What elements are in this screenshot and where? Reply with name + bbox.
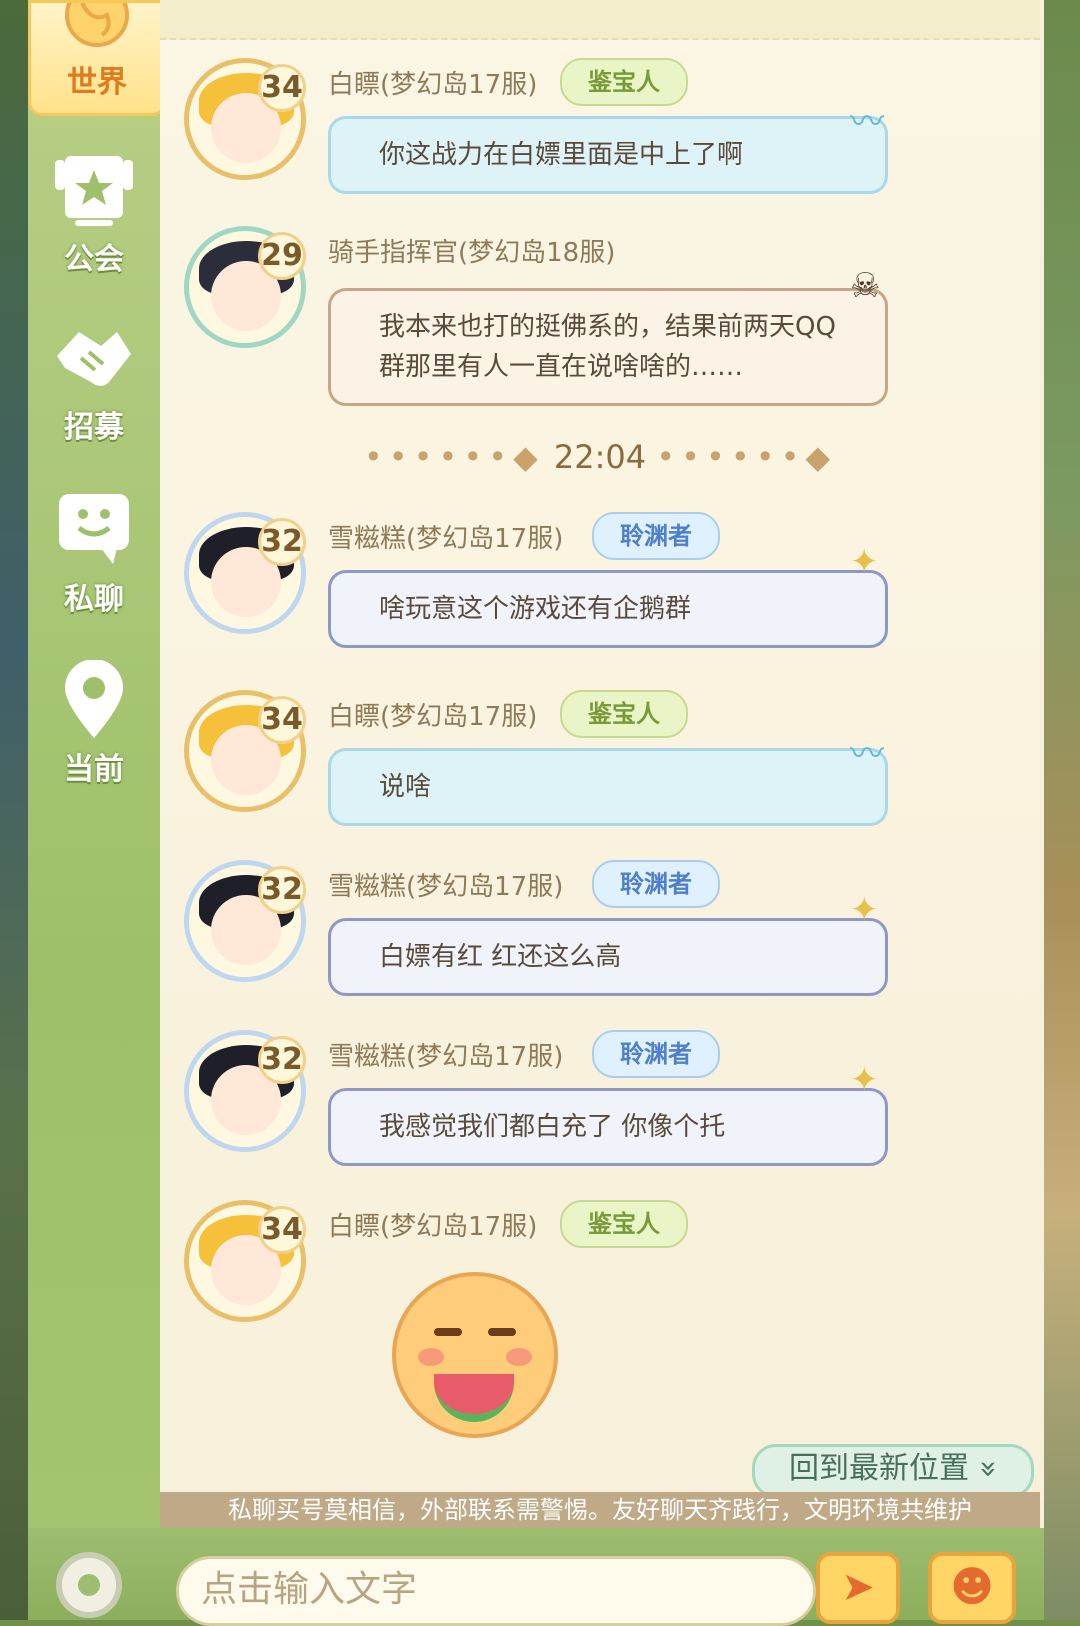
double-chevron-down-icon: » (970, 1459, 1006, 1479)
sparkle-icon: ✦ (850, 890, 879, 930)
chat-face-icon (59, 494, 129, 564)
timestamp-divider: ••••••◆ 22:04 ••••••◆ (160, 438, 1040, 476)
timeline-dots: ••••••◆ (656, 438, 837, 476)
timestamp: 22:04 (553, 438, 647, 476)
guild-flag-icon (55, 156, 133, 226)
message-bubble[interactable]: 白嫖有红 红还这么高 (328, 918, 888, 996)
title-badge: 鉴宝人 (560, 58, 688, 106)
chat-message: 32 雪糍糕(梦幻岛17服) 聆渊者 白嫖有红 红还这么高 ✦ (160, 860, 1040, 1010)
sender-name[interactable]: 骑手指挥官(梦幻岛18服) (328, 232, 615, 269)
level-badge: 29 (258, 232, 306, 280)
wave-decoration-icon: 〰 (850, 734, 884, 774)
timeline-dots: ••••••◆ (363, 438, 544, 476)
chat-message: 34 白瞟(梦幻岛17服) 鉴宝人 你这战力在白嫖里面是中上了啊 〰 (160, 58, 1040, 198)
level-badge: 34 (258, 64, 306, 112)
message-bubble[interactable]: 说啥 (328, 748, 888, 826)
tab-current[interactable]: 当前 (28, 660, 160, 788)
handshake-icon (57, 332, 131, 386)
sender-name[interactable]: 白瞟(梦幻岛17服) (328, 696, 537, 733)
message-bubble[interactable]: 你这战力在白嫖里面是中上了啊 (328, 116, 888, 194)
title-badge: 鉴宝人 (560, 1200, 688, 1248)
tab-current-label: 当前 (64, 752, 124, 787)
safety-warning-banner: 私聊买号莫相信，外部联系需警惕。友好聊天齐践行，文明环境共维护 (160, 1492, 1040, 1528)
emoji-icon: ☻ (950, 1562, 994, 1611)
tab-world-label: 世界 (67, 65, 127, 100)
level-badge: 34 (258, 696, 306, 744)
tab-recruit[interactable]: 招募 (28, 318, 160, 446)
channel-sidebar: 世界 公会 招募 私聊 当前 (28, 0, 166, 1620)
title-badge: 聆渊者 (592, 860, 720, 908)
sender-name[interactable]: 雪糍糕(梦幻岛17服) (328, 1036, 563, 1073)
chat-message: 29 骑手指挥官(梦幻岛18服) 我本来也打的挺佛系的，结果前两天QQ群那里有人… (160, 226, 1040, 416)
wave-decoration-icon: 〰 (850, 102, 884, 142)
sparkle-icon: ✦ (850, 1060, 879, 1100)
chat-top-border (160, 0, 1040, 40)
tab-guild-label: 公会 (64, 242, 124, 277)
tab-guild[interactable]: 公会 (28, 150, 160, 278)
sparkle-icon: ✦ (850, 542, 879, 582)
emoji-button[interactable]: ☻ (928, 1552, 1016, 1624)
level-badge: 32 (258, 518, 306, 566)
chat-message: 34 白瞟(梦幻岛17服) 鉴宝人 说啥 〰 (160, 690, 1040, 840)
send-button[interactable]: ➤ (816, 1552, 900, 1624)
tab-private-chat[interactable]: 私聊 (28, 490, 160, 618)
title-badge: 聆渊者 (592, 512, 720, 560)
chat-message: 32 雪糍糕(梦幻岛17服) 聆渊者 我感觉我们都白充了 你像个托 ✦ (160, 1030, 1040, 1180)
watermelon-sticker-icon[interactable] (392, 1272, 558, 1438)
level-badge: 34 (258, 1206, 306, 1254)
pirate-hat-icon: ☠ (850, 266, 881, 306)
chat-input[interactable]: 点击输入文字 (176, 1556, 816, 1626)
message-bubble[interactable]: 啥玩意这个游戏还有企鹅群 (328, 570, 888, 648)
level-badge: 32 (258, 1036, 306, 1084)
globe-icon (65, 3, 129, 47)
tab-recruit-label: 招募 (64, 410, 124, 445)
location-pin-icon (65, 660, 123, 738)
jump-to-latest-button[interactable]: 回到最新位置 » (752, 1444, 1034, 1498)
sender-name[interactable]: 白瞟(梦幻岛17服) (328, 64, 537, 101)
tab-private-chat-label: 私聊 (64, 582, 124, 617)
sender-name[interactable]: 雪糍糕(梦幻岛17服) (328, 866, 563, 903)
tab-world[interactable]: 世界 (28, 0, 166, 116)
game-background-right (1044, 0, 1080, 1620)
level-badge: 32 (258, 866, 306, 914)
jump-to-latest-label: 回到最新位置 (789, 1451, 970, 1486)
message-bubble[interactable]: 我感觉我们都白充了 你像个托 (328, 1088, 888, 1166)
message-bubble[interactable]: 我本来也打的挺佛系的，结果前两天QQ群那里有人一直在说啥啥的…… (328, 288, 888, 406)
chat-message: 34 白瞟(梦幻岛17服) 鉴宝人 (160, 1200, 1040, 1330)
sender-name[interactable]: 雪糍糕(梦幻岛17服) (328, 518, 563, 555)
send-icon: ➤ (841, 1564, 875, 1610)
gear-icon[interactable] (56, 1552, 122, 1618)
title-badge: 聆渊者 (592, 1030, 720, 1078)
sender-name[interactable]: 白瞟(梦幻岛17服) (328, 1206, 537, 1243)
title-badge: 鉴宝人 (560, 690, 688, 738)
chat-message: 32 雪糍糕(梦幻岛17服) 聆渊者 啥玩意这个游戏还有企鹅群 ✦ (160, 512, 1040, 662)
